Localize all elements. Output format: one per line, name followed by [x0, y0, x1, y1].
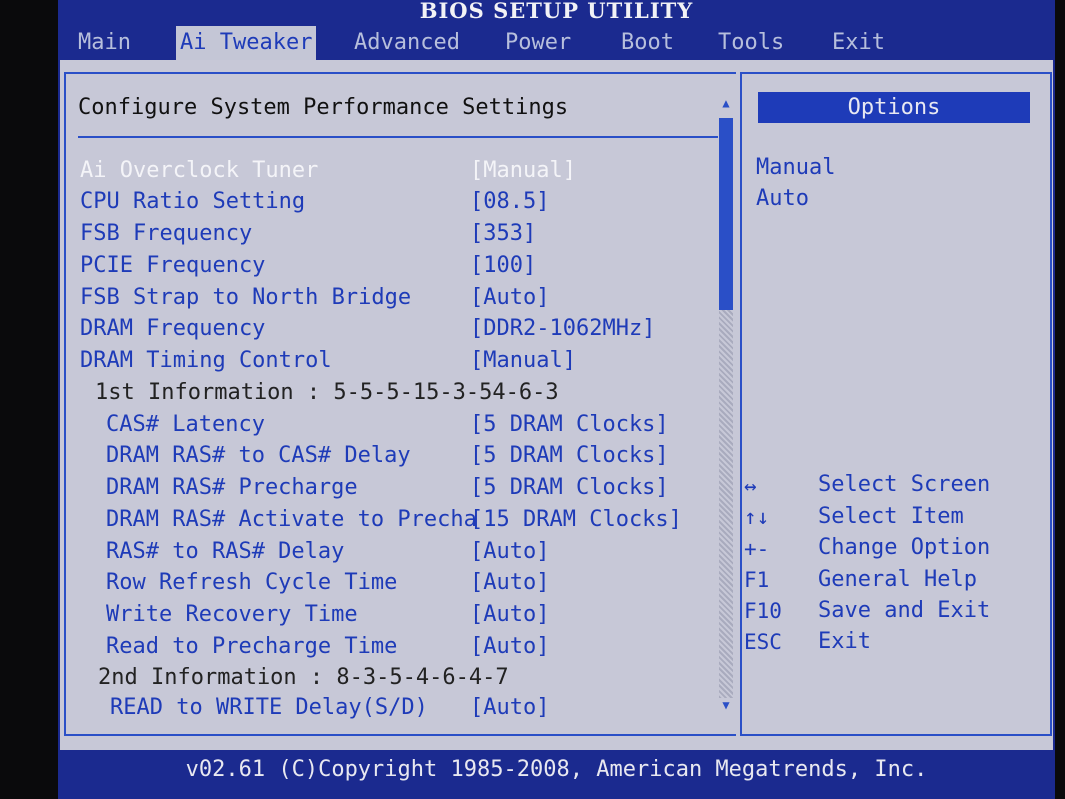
setting-value: [5 DRAM Clocks] — [470, 443, 669, 468]
setting-row-fsb-strap[interactable]: FSB Strap to North Bridge — [80, 282, 411, 313]
setting-value: [15 DRAM Clocks] — [470, 507, 682, 532]
setting-row-cas-latency[interactable]: CAS# Latency — [106, 409, 265, 440]
setting-value-fsb-strap[interactable]: [Auto] — [470, 282, 549, 313]
setting-label: READ to WRITE Delay(S/D) — [110, 695, 428, 720]
tab-tools[interactable]: Tools — [714, 26, 788, 60]
copyright-footer: v02.61 (C)Copyright 1985-2008, American … — [185, 757, 928, 782]
setting-label: FSB Frequency — [80, 221, 253, 246]
setting-value: [Manual] — [470, 158, 576, 183]
setting-value: [100] — [470, 253, 537, 278]
setting-label: Write Recovery Time — [106, 602, 358, 627]
setting-row-dram-frequency[interactable]: DRAM Frequency — [80, 313, 265, 344]
tab-power[interactable]: Power — [501, 26, 575, 60]
setting-label: Ai Overclock Tuner — [80, 158, 319, 183]
setting-value: [Auto] — [470, 634, 550, 659]
setting-value-ras-activate[interactable]: [15 DRAM Clocks] — [470, 504, 682, 535]
setting-value: [353] — [470, 221, 537, 246]
setting-value-read-to-write[interactable]: [Auto] — [470, 692, 549, 723]
setting-value: [5 DRAM Clocks] — [470, 475, 669, 500]
scroll-down-icon[interactable]: ▼ — [719, 698, 733, 712]
setting-row-row-refresh[interactable]: Row Refresh Cycle Time — [106, 567, 397, 598]
plus-minus-icon: +- — [744, 537, 770, 561]
key-f1: F1 — [744, 568, 770, 592]
setting-value-dram-timing-control[interactable]: [Manual] — [470, 345, 576, 376]
setting-label: DRAM Timing Control — [80, 348, 332, 373]
setting-row-read-to-precharge[interactable]: Read to Precharge Time — [106, 631, 397, 662]
setting-value-row-refresh[interactable]: [Auto] — [470, 567, 549, 598]
setting-value: [5 DRAM Clocks] — [470, 412, 669, 437]
setting-value-write-recovery[interactable]: [Auto] — [470, 599, 549, 630]
setting-value: [Auto] — [470, 695, 550, 720]
setting-row-write-recovery[interactable]: Write Recovery Time — [106, 599, 358, 630]
menu-bar: Main Ai Tweaker Advanced Power Boot Tool… — [58, 26, 1055, 60]
setting-value-pcie-frequency[interactable]: [100] — [470, 250, 536, 281]
tab-advanced[interactable]: Advanced — [350, 26, 464, 60]
help-exit: Exit — [818, 629, 871, 654]
setting-value-read-to-precharge[interactable]: [Auto] — [470, 631, 549, 662]
setting-label: DRAM Frequency — [80, 316, 266, 341]
setting-label: CPU Ratio Setting — [80, 189, 306, 214]
setting-value-ras-precharge[interactable]: [5 DRAM Clocks] — [470, 472, 669, 503]
section-title: Configure System Performance Settings — [78, 95, 569, 120]
setting-value-cas-latency[interactable]: [5 DRAM Clocks] — [470, 409, 669, 440]
setting-value: [08.5] — [470, 189, 550, 214]
setting-label: RAS# to RAS# Delay — [106, 539, 345, 564]
arrows-left-right-icon: ↔ — [744, 474, 757, 498]
setting-label: DRAM RAS# Precharge — [106, 475, 358, 500]
tab-boot[interactable]: Boot — [617, 26, 678, 60]
setting-label: DRAM RAS# to CAS# Delay — [106, 443, 411, 468]
setting-value-dram-frequency[interactable]: [DDR2-1062MHz] — [470, 313, 655, 344]
setting-label: Row Refresh Cycle Time — [106, 570, 398, 595]
help-select-screen: Select Screen — [818, 472, 991, 497]
tab-ai-tweaker[interactable]: Ai Tweaker — [176, 26, 317, 60]
setting-row-ras-to-ras[interactable]: RAS# to RAS# Delay — [106, 536, 344, 567]
help-save-and-exit: Save and Exit — [818, 598, 991, 623]
setting-label: CAS# Latency — [106, 412, 265, 437]
arrows-up-down-icon: ↑↓ — [744, 505, 770, 529]
bios-title: BIOS SETUP UTILITY — [419, 0, 694, 23]
setting-value-ai-overclock-tuner[interactable]: [Manual] — [470, 155, 576, 186]
key-esc: ESC — [744, 630, 782, 654]
setting-row-ras-activate[interactable]: DRAM RAS# Activate to Precha — [106, 504, 477, 535]
setting-value: [Auto] — [470, 602, 550, 627]
setting-label: Read to Precharge Time — [106, 634, 398, 659]
option-manual[interactable]: Manual — [756, 155, 835, 180]
first-information: 1st Information : 5-5-5-15-3-54-6-3 — [95, 380, 559, 405]
title-divider — [78, 136, 718, 138]
setting-row-ras-precharge[interactable]: DRAM RAS# Precharge — [106, 472, 358, 503]
setting-row-read-to-write[interactable]: READ to WRITE Delay(S/D) — [110, 692, 428, 723]
setting-row-dram-timing-control[interactable]: DRAM Timing Control — [80, 345, 332, 376]
help-change-option: Change Option — [818, 535, 991, 560]
setting-row-fsb-frequency[interactable]: FSB Frequency — [80, 218, 252, 249]
scrollbar-thumb[interactable] — [719, 118, 733, 310]
setting-row-pcie-frequency[interactable]: PCIE Frequency — [80, 250, 265, 281]
help-select-item: Select Item — [818, 504, 964, 529]
setting-value: [Manual] — [470, 348, 576, 373]
options-header: Options — [758, 92, 1030, 123]
setting-value-ras-to-ras[interactable]: [Auto] — [470, 536, 549, 567]
scroll-up-icon[interactable]: ▲ — [719, 96, 733, 110]
setting-label: FSB Strap to North Bridge — [80, 285, 412, 310]
second-information: 2nd Information : 8-3-5-4-6-4-7 — [98, 665, 509, 690]
setting-row-ai-overclock-tuner[interactable]: Ai Overclock Tuner — [80, 155, 318, 186]
setting-value: [Auto] — [470, 285, 550, 310]
option-auto[interactable]: Auto — [756, 186, 809, 211]
setting-value: [DDR2-1062MHz] — [470, 316, 656, 341]
bios-screen: BIOS SETUP UTILITY Main Ai Tweaker Advan… — [58, 0, 1055, 799]
setting-label: DRAM RAS# Activate to Precha — [106, 507, 477, 532]
setting-value: [Auto] — [470, 570, 550, 595]
setting-value-ras-to-cas[interactable]: [5 DRAM Clocks] — [470, 440, 669, 471]
setting-value-fsb-frequency[interactable]: [353] — [470, 218, 536, 249]
help-general-help: General Help — [818, 567, 977, 592]
tab-main[interactable]: Main — [74, 26, 135, 60]
setting-value: [Auto] — [470, 539, 550, 564]
key-f10: F10 — [744, 599, 782, 623]
setting-value-cpu-ratio[interactable]: [08.5] — [470, 186, 549, 217]
tab-exit[interactable]: Exit — [828, 26, 889, 60]
setting-row-ras-to-cas[interactable]: DRAM RAS# to CAS# Delay — [106, 440, 411, 471]
setting-label: PCIE Frequency — [80, 253, 266, 278]
setting-row-cpu-ratio[interactable]: CPU Ratio Setting — [80, 186, 305, 217]
